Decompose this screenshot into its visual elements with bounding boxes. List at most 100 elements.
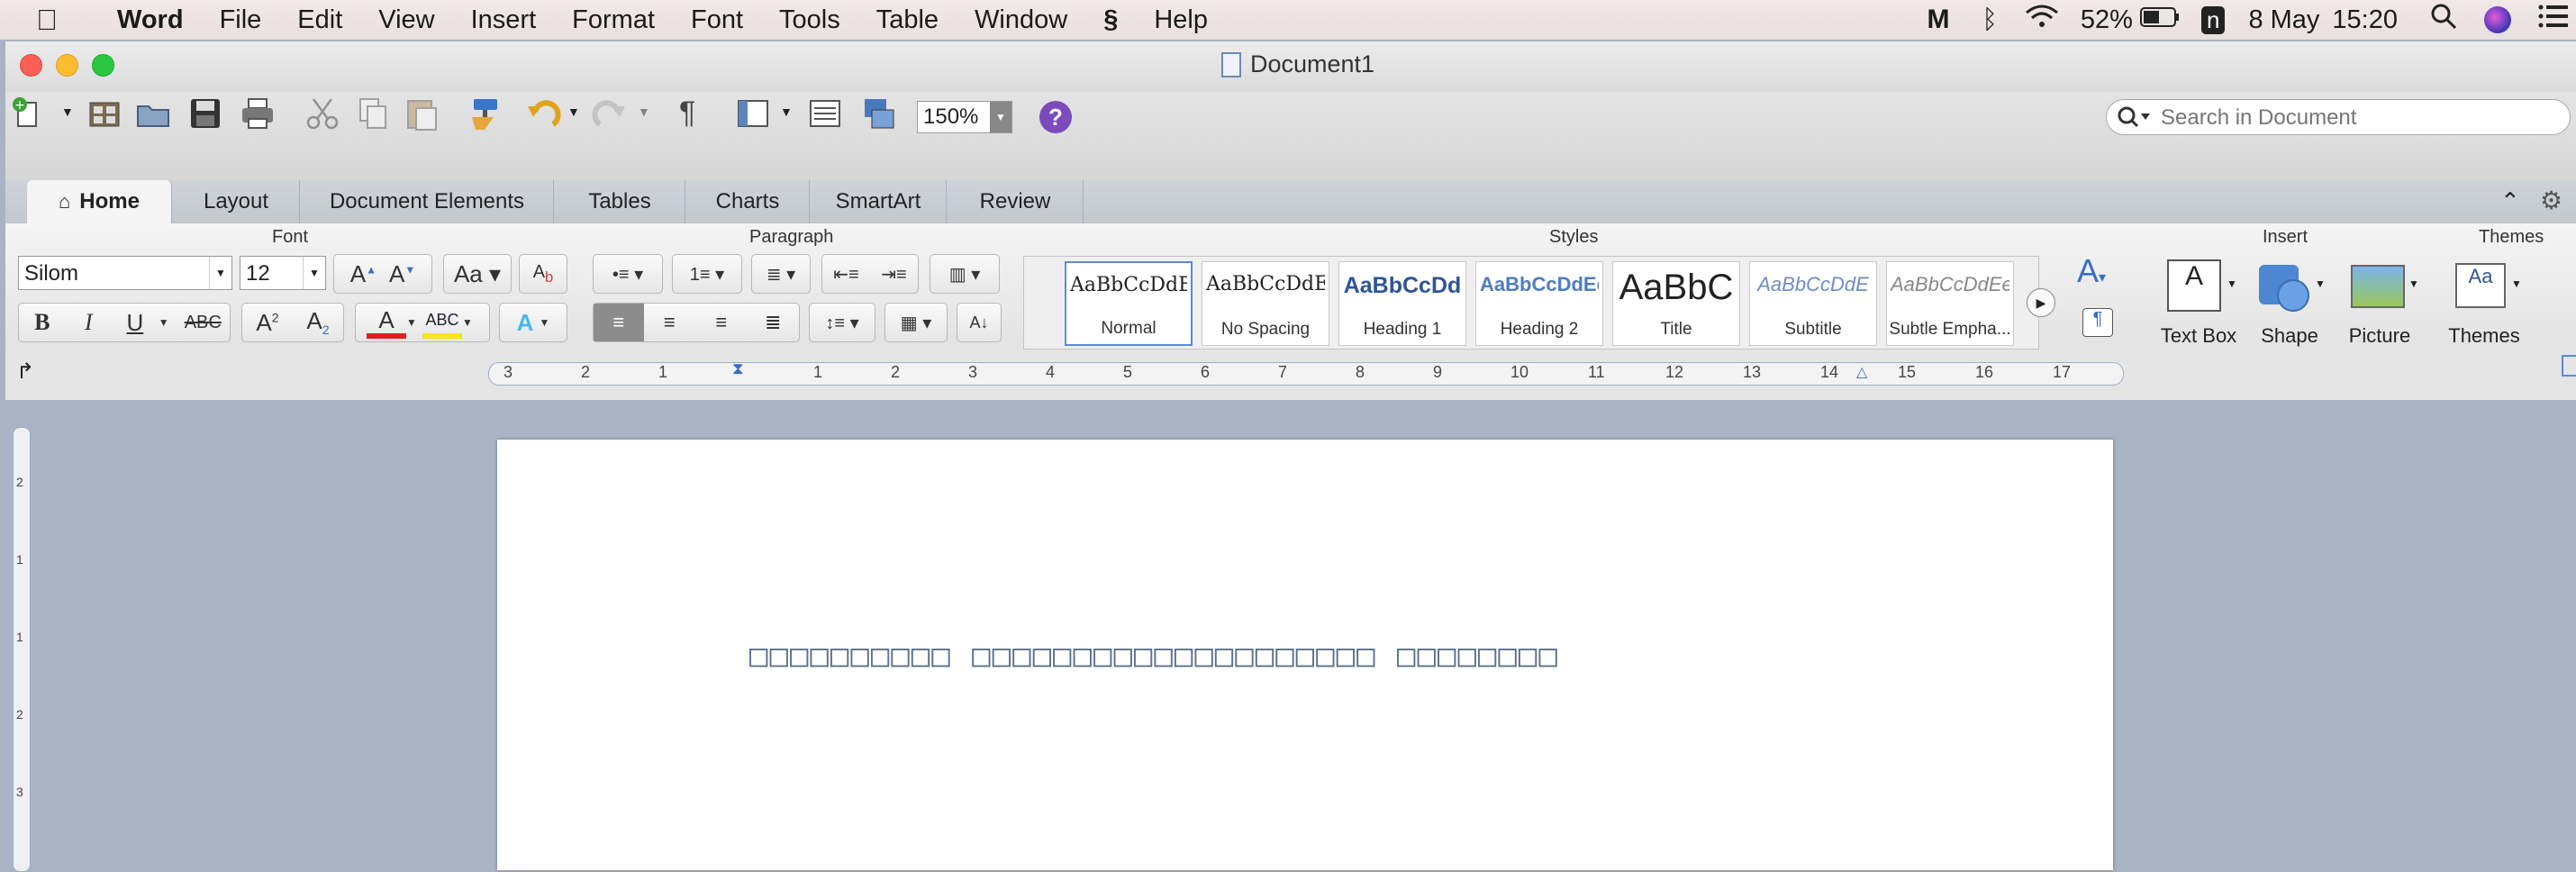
menubar-time[interactable]: 15:20: [2332, 5, 2398, 35]
new-document-icon[interactable]: +: [11, 95, 47, 132]
align-right-icon[interactable]: ≡: [695, 311, 748, 334]
highlight-icon[interactable]: ABC: [422, 306, 462, 339]
apple-icon[interactable]: : [36, 4, 58, 37]
copy-icon[interactable]: [355, 95, 391, 132]
redo-dropdown-icon[interactable]: ▼: [638, 104, 650, 119]
font-color-dropdown-icon[interactable]: ▼: [406, 316, 422, 329]
collapse-ribbon-icon[interactable]: ⌃: [2500, 187, 2520, 215]
highlight-dropdown-icon[interactable]: ▼: [462, 316, 478, 329]
script-menu-icon[interactable]: §: [1103, 5, 1118, 35]
app-status-icon[interactable]: n: [2200, 5, 2226, 34]
bold-button[interactable]: B: [19, 309, 66, 336]
tab-stop-selector-icon[interactable]: ↱: [16, 359, 34, 385]
save-icon[interactable]: [187, 95, 223, 132]
search-input[interactable]: [2106, 99, 2571, 135]
document-body-text[interactable]: □□□□□□□□□□ □□□□□□□□□□□□□□□□□□□□ □□□□□□□□: [749, 638, 1559, 674]
align-center-icon[interactable]: ≡: [644, 311, 696, 334]
styles-next-arrow-icon[interactable]: ▶: [2027, 288, 2055, 317]
themes-button[interactable]: Aa ▼ Themes: [2444, 259, 2535, 350]
justify-icon[interactable]: ≣: [748, 311, 800, 334]
style-heading-2[interactable]: AaBbCcDdEe Heading 2: [1475, 261, 1603, 346]
mcafee-icon[interactable]: M: [1927, 5, 1950, 35]
style-heading-1[interactable]: AaBbCcDd Heading 1: [1338, 261, 1466, 346]
clear-formatting-button[interactable]: Ab: [519, 254, 567, 294]
menu-help[interactable]: Help: [1154, 5, 1208, 35]
tab-home[interactable]: ⌂ Home: [27, 180, 172, 223]
style-no-spacing[interactable]: AaBbCcDdEe No Spacing: [1202, 261, 1329, 346]
menu-table[interactable]: Table: [876, 5, 939, 35]
borders-button[interactable]: ▦ ▾: [884, 303, 948, 342]
new-dropdown-icon[interactable]: ▼: [61, 104, 74, 119]
minimize-button[interactable]: [56, 54, 78, 77]
picture-button[interactable]: ▼ Picture: [2342, 259, 2423, 350]
notification-center-icon[interactable]: [2538, 4, 2569, 36]
wifi-icon[interactable]: [2025, 4, 2059, 36]
open-folder-icon[interactable]: [135, 95, 171, 132]
tab-tables[interactable]: Tables: [555, 180, 685, 223]
tab-layout[interactable]: Layout: [173, 180, 300, 223]
zoom-button[interactable]: [92, 54, 114, 77]
vertical-ruler[interactable]: 2 1 1 2 3: [13, 427, 31, 872]
shape-dropdown-icon[interactable]: ▼: [2315, 277, 2326, 290]
strikethrough-button[interactable]: ABC: [177, 313, 230, 333]
undo-icon[interactable]: [526, 95, 562, 132]
siri-icon[interactable]: [2484, 6, 2511, 33]
underline-dropdown-icon[interactable]: ▼: [159, 316, 177, 329]
menu-window[interactable]: Window: [975, 5, 1067, 35]
tab-charts[interactable]: Charts: [686, 180, 810, 223]
decrease-indent-icon[interactable]: ⇤≡: [822, 263, 870, 286]
styles-pane-icon[interactable]: A▾: [2077, 252, 2106, 290]
text-box-button[interactable]: A ▼ Text Box: [2158, 259, 2239, 350]
zoom-combo[interactable]: 150% ▼: [917, 101, 1012, 133]
redo-icon[interactable]: [591, 95, 627, 132]
font-name-combo[interactable]: Silom ▼: [18, 256, 232, 290]
menu-edit[interactable]: Edit: [297, 5, 342, 35]
menu-view[interactable]: View: [378, 5, 434, 35]
line-spacing-button[interactable]: ↕≡ ▾: [809, 303, 875, 342]
style-title[interactable]: AaBbC Title: [1612, 261, 1740, 346]
menu-file[interactable]: File: [220, 5, 262, 35]
themes-dropdown-icon[interactable]: ▼: [2511, 277, 2522, 290]
search-icon[interactable]: [2116, 104, 2152, 135]
spotlight-search-icon[interactable]: [2430, 3, 2457, 37]
search-field[interactable]: [2159, 104, 2559, 132]
show-formatting-marks-icon[interactable]: ¶: [679, 95, 695, 131]
document-page[interactable]: □□□□□□□□□□ □□□□□□□□□□□□□□□□□□□□ □□□□□□□□: [497, 440, 2113, 870]
change-case-button[interactable]: Aa ▾: [443, 254, 512, 294]
font-name-dropdown-icon[interactable]: ▼: [209, 257, 231, 289]
style-normal[interactable]: AaBbCcDdEe Normal: [1065, 261, 1193, 346]
increase-indent-icon[interactable]: ⇥≡: [870, 263, 918, 286]
numbering-button[interactable]: 1≡ ▾: [672, 254, 742, 294]
menubar-date[interactable]: 8 May: [2248, 5, 2319, 35]
shrink-font-icon[interactable]: A▼: [389, 260, 415, 288]
columns-button[interactable]: ▥ ▾: [930, 254, 1000, 294]
shape-button[interactable]: ▼ Shape: [2252, 259, 2333, 350]
horizontal-ruler[interactable]: 3 2 1 1 2 3 4 5 6 7 8 9 10 11 12 13 14 15 16 17 ⧗ △: [488, 359, 2124, 386]
help-icon[interactable]: ?: [1039, 101, 1072, 133]
menu-app-name[interactable]: Word: [117, 5, 184, 35]
font-size-dropdown-icon[interactable]: ▼: [303, 257, 325, 289]
text-effects-button[interactable]: A ▼: [499, 303, 567, 342]
menu-font[interactable]: Font: [691, 5, 743, 35]
tab-document-elements[interactable]: Document Elements: [301, 180, 554, 223]
close-button[interactable]: [20, 54, 42, 77]
sidebar-view-icon[interactable]: [735, 95, 771, 132]
sort-button[interactable]: A↓: [957, 303, 1002, 342]
superscript-icon[interactable]: A2: [242, 309, 293, 337]
right-indent-marker[interactable]: △: [1856, 363, 1867, 381]
bullets-button[interactable]: •≡ ▾: [593, 254, 663, 294]
zoom-dropdown-icon[interactable]: ▼: [990, 102, 1011, 132]
font-size-combo[interactable]: 12 ▼: [240, 256, 326, 290]
align-left-icon[interactable]: ≡: [594, 304, 644, 341]
ribbon-settings-gear-icon[interactable]: ⚙: [2540, 186, 2562, 215]
text-box-dropdown-icon[interactable]: ▼: [2227, 277, 2237, 290]
tab-review[interactable]: Review: [948, 180, 1084, 223]
bluetooth-icon[interactable]: ᛒ: [1982, 5, 1998, 35]
cut-icon[interactable]: [304, 95, 340, 132]
style-subtle-emphasis[interactable]: AaBbCcDdEe Subtle Empha...: [1886, 261, 2014, 346]
subscript-icon[interactable]: A2: [293, 307, 343, 337]
menu-tools[interactable]: Tools: [779, 5, 840, 35]
left-indent-marker[interactable]: ⧗: [732, 359, 744, 378]
style-subtitle[interactable]: AaBbCcDdE Subtitle: [1749, 261, 1877, 346]
multilevel-list-button[interactable]: ≣ ▾: [751, 254, 811, 294]
